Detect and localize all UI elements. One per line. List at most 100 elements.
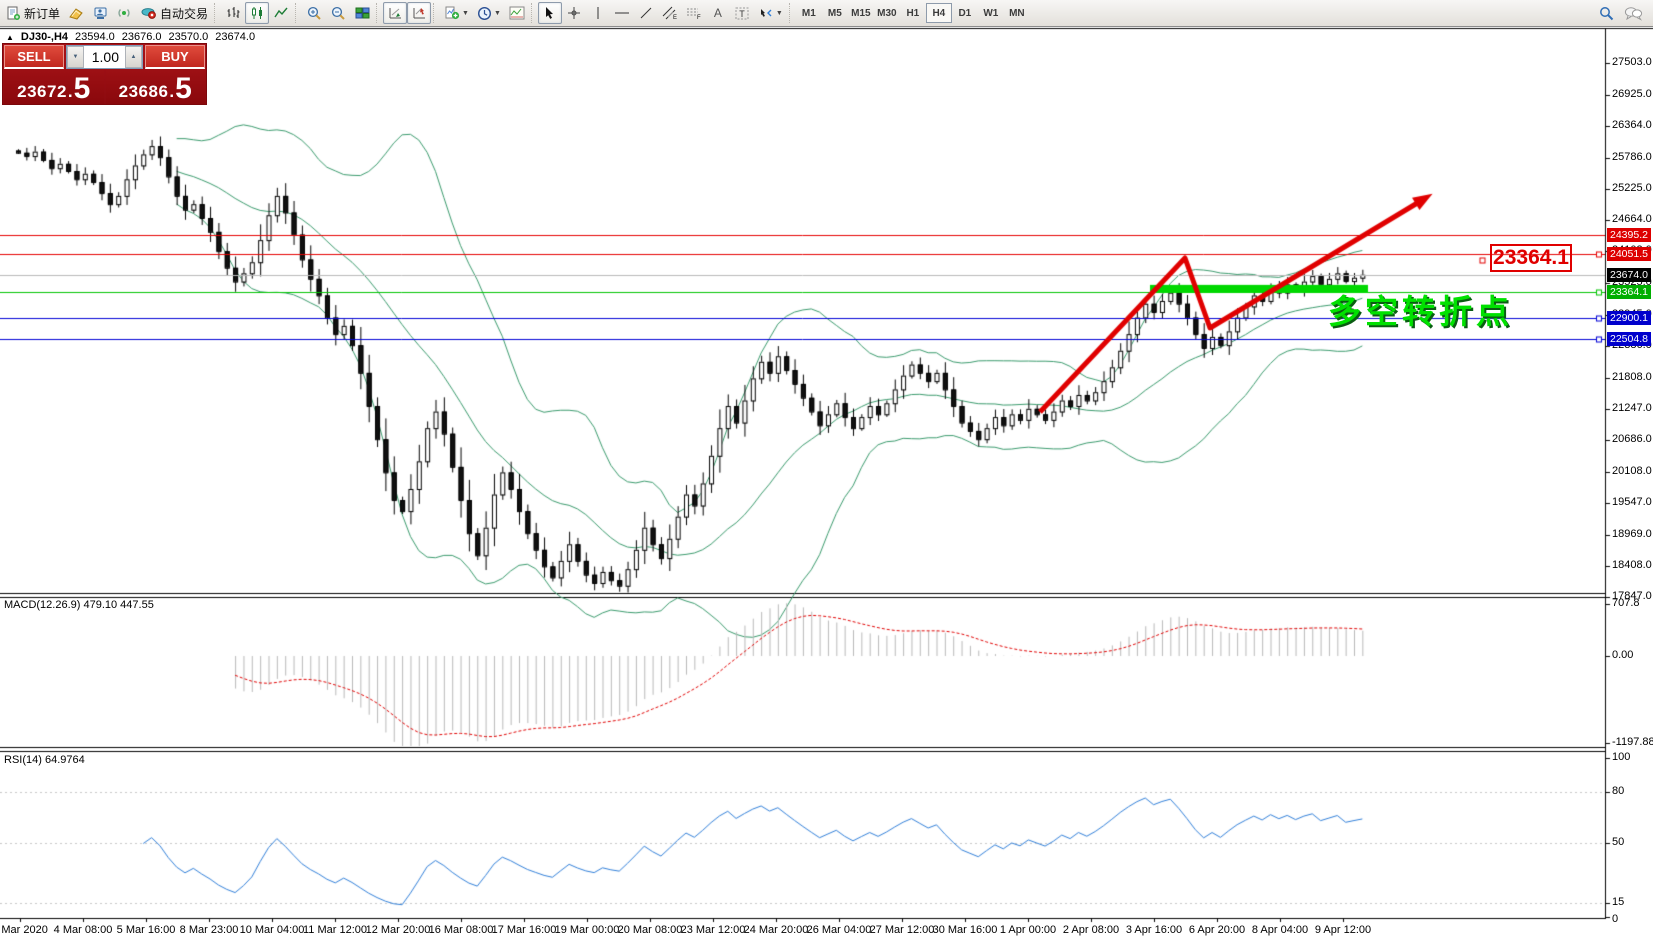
- auto-scroll-button[interactable]: [383, 2, 407, 24]
- templates-button[interactable]: [505, 2, 529, 24]
- price-annotation-box[interactable]: 23364.1: [1490, 244, 1572, 272]
- trendline-icon: [639, 6, 653, 20]
- chart-shift-button[interactable]: [407, 2, 431, 24]
- volume-stepper: ▼ 1.00 ▲: [66, 45, 143, 69]
- chat-icon[interactable]: [1624, 6, 1643, 21]
- collapse-icon[interactable]: ▲: [6, 33, 14, 42]
- sell-price-dot: .: [68, 82, 73, 102]
- bar-chart-icon: [226, 6, 241, 20]
- time-axis-label: 1 Apr 00:00: [1000, 924, 1056, 936]
- ohlc-low: 23570.0: [169, 31, 209, 43]
- vertical-line-icon: [593, 6, 603, 20]
- bar-chart-button[interactable]: [221, 2, 245, 24]
- broadcast-icon: [116, 6, 132, 20]
- trendline-tool-button[interactable]: [634, 2, 658, 24]
- top-toolbar: 新订单 自动交易: [0, 0, 1653, 27]
- time-axis-label: 16 Mar 08:00: [429, 924, 494, 936]
- timeframe-m30[interactable]: M30: [874, 3, 900, 23]
- timeframe-mn[interactable]: MN: [1004, 3, 1030, 23]
- template-chart-icon: [509, 6, 525, 20]
- time-axis-label: 23 Mar 12:00: [681, 924, 746, 936]
- dropdown-caret-icon: ▼: [776, 10, 783, 17]
- rsi-axis-tick: 15: [1612, 896, 1624, 908]
- market-watch-button[interactable]: [64, 2, 88, 24]
- toolbar-separator: [433, 3, 438, 23]
- turning-point-annotation[interactable]: 多空转折点: [1328, 285, 1513, 333]
- time-axis-label: 11 Mar 12:00: [303, 924, 367, 936]
- sell-price[interactable]: 23672.5: [4, 70, 104, 104]
- svg-text:T: T: [739, 9, 745, 19]
- candlestick-chart-button[interactable]: [245, 2, 269, 24]
- ohlc-high: 23676.0: [122, 31, 162, 43]
- volume-decrease-button[interactable]: ▼: [67, 46, 84, 68]
- search-icon[interactable]: [1599, 6, 1614, 21]
- sell-button[interactable]: SELL: [4, 45, 64, 69]
- text-tool-icon: A: [714, 6, 722, 20]
- new-order-icon: [6, 6, 21, 21]
- toolbar-separator: [531, 3, 536, 23]
- time-axis-label: 2 Apr 08:00: [1063, 924, 1119, 936]
- price-chart-canvas[interactable]: [0, 27, 1653, 945]
- line-chart-button[interactable]: [269, 2, 293, 24]
- price-level-badge: 23674.0: [1607, 268, 1651, 282]
- text-label-tool-button[interactable]: T: [730, 2, 754, 24]
- macd-axis-tick: -1197.88: [1612, 736, 1653, 748]
- buy-button[interactable]: BUY: [145, 45, 205, 69]
- price-level-badge: 24395.2: [1607, 228, 1651, 242]
- macd-axis-tick: 707.8: [1612, 597, 1640, 609]
- price-level-badge: 24051.5: [1607, 247, 1651, 261]
- timeframe-m15[interactable]: M15: [848, 3, 874, 23]
- price-level-badge: 22504.8: [1607, 332, 1651, 346]
- channel-tool-button[interactable]: E: [658, 2, 682, 24]
- text-tool-button[interactable]: A: [706, 2, 730, 24]
- autotrading-button[interactable]: 自动交易: [136, 2, 212, 24]
- timeframe-w1[interactable]: W1: [978, 3, 1004, 23]
- auto-scroll-icon: [388, 6, 403, 20]
- buy-price-main: 23686: [119, 82, 169, 102]
- new-order-button[interactable]: 新订单: [2, 2, 64, 24]
- periods-button[interactable]: ▼: [473, 2, 505, 24]
- time-axis-label: 3 Apr 16:00: [1126, 924, 1182, 936]
- time-axis-label: 5 Mar 16:00: [117, 924, 176, 936]
- timeframe-h4[interactable]: H4: [926, 3, 952, 23]
- fibonacci-tool-button[interactable]: F: [682, 2, 706, 24]
- rsi-axis-tick: 0: [1612, 913, 1618, 925]
- timeframe-d1[interactable]: D1: [952, 3, 978, 23]
- buy-price[interactable]: 23686.5: [106, 70, 206, 104]
- zoom-in-button[interactable]: [302, 2, 326, 24]
- vertical-line-tool-button[interactable]: [586, 2, 610, 24]
- horizontal-line-icon: [614, 6, 630, 20]
- volume-increase-button[interactable]: ▲: [125, 46, 142, 68]
- gold-book-icon: [68, 6, 84, 20]
- zoom-out-button[interactable]: [326, 2, 350, 24]
- time-axis-label: 10 Mar 04:00: [240, 924, 305, 936]
- signals-button[interactable]: [112, 2, 136, 24]
- chart-area: ▲ DJ30-,H4 23594.0 23676.0 23570.0 23674…: [0, 27, 1653, 945]
- crosshair-tool-button[interactable]: [562, 2, 586, 24]
- horizontal-line-tool-button[interactable]: [610, 2, 634, 24]
- ohlc-open: 23594.0: [75, 31, 115, 43]
- rsi-label: RSI(14) 64.9764: [4, 754, 85, 766]
- zoom-in-icon: [306, 6, 322, 21]
- symbol-name: DJ30-,H4: [21, 31, 68, 43]
- timeframe-m1[interactable]: M1: [796, 3, 822, 23]
- toolbar-separator: [376, 3, 381, 23]
- macd-axis-tick: 0.00: [1612, 649, 1633, 661]
- candlestick-chart-icon: [250, 6, 265, 20]
- timeframe-m5[interactable]: M5: [822, 3, 848, 23]
- price-axis-tick: 24664.0: [1612, 213, 1652, 225]
- cursor-icon: [543, 6, 556, 20]
- tile-windows-button[interactable]: [350, 2, 374, 24]
- time-axis-label: 19 Mar 00:00: [555, 924, 620, 936]
- timeframe-h1[interactable]: H1: [900, 3, 926, 23]
- arrows-tool-button[interactable]: ▼: [754, 2, 787, 24]
- volume-value[interactable]: 1.00: [84, 46, 125, 68]
- equidistant-channel-icon: E: [662, 6, 678, 20]
- symbol-header: ▲ DJ30-,H4 23594.0 23676.0 23570.0 23674…: [6, 31, 255, 43]
- mql-community-button[interactable]: [88, 2, 112, 24]
- time-axis-label: 20 Mar 08:00: [618, 924, 683, 936]
- buy-price-dot: .: [169, 82, 174, 102]
- rsi-axis-tick: 50: [1612, 836, 1624, 848]
- cursor-tool-button[interactable]: [538, 2, 562, 24]
- indicators-button[interactable]: ▼: [440, 2, 473, 24]
